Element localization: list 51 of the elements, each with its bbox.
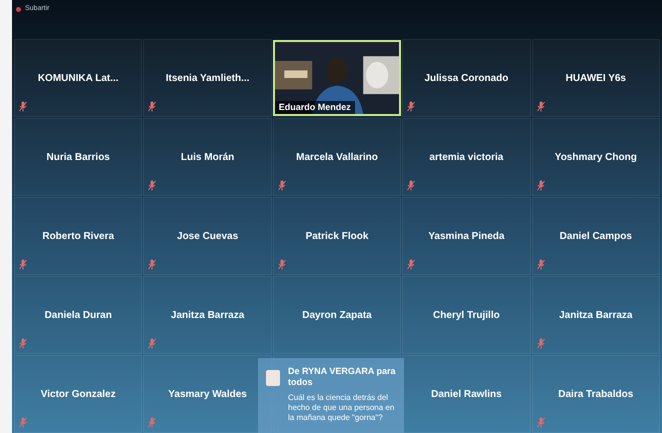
participant-tile[interactable]: Yasmary Waldes	[143, 355, 272, 433]
participant-tile[interactable]: Yasmina Pineda	[402, 197, 531, 275]
participant-tile[interactable]: Yoshmary Chong	[532, 118, 660, 196]
participant-name: Victor Gonzalez	[40, 388, 116, 402]
participant-tile[interactable]: Patrick Flook	[272, 197, 402, 275]
participant-name: Eduardo Mendez	[274, 100, 355, 114]
participant-tile[interactable]: Daira Trabaldos	[532, 355, 660, 433]
participant-name: Yoshmary Chong	[554, 150, 637, 164]
participant-name: Julissa Coronado	[424, 72, 508, 86]
participant-tile[interactable]: Victor Gonzalez	[14, 355, 142, 433]
participant-name: Janitza Barraza	[170, 308, 244, 322]
participant-tile[interactable]: Janitza Barraza	[532, 276, 660, 354]
participant-name: Nuria Barrios	[46, 150, 110, 164]
participant-name: artemia victoria	[429, 150, 504, 164]
participant-tile[interactable]: HUAWEI Y6s	[532, 39, 660, 117]
participant-tile[interactable]: Roberto Rivera	[14, 197, 142, 275]
participant-name: Daniel Campos	[560, 230, 632, 244]
participant-name: Luis Morán	[180, 150, 234, 164]
participant-name: Janitza Barraza	[559, 308, 632, 322]
participant-name: Daniela Duran	[44, 308, 112, 322]
participant-name: Cheryl Trujillo	[433, 308, 500, 322]
participant-name: Patrick Flook	[306, 230, 368, 244]
participant-tile[interactable]: Luis Morán	[143, 118, 272, 196]
participant-name: KOMUNIKA Lat...	[38, 72, 119, 86]
participant-tile[interactable]: Julissa Coronado	[402, 39, 531, 117]
participant-tile[interactable]: Dayron Zapata	[272, 276, 402, 354]
participant-name: Dayron Zapata	[302, 308, 372, 322]
participant-name: Daniel Rawlins	[431, 388, 502, 402]
participant-tile[interactable]: Marcela Vallarino	[272, 118, 402, 196]
participant-name: Jose Cuevas	[177, 230, 238, 244]
participant-name: Daira Trabaldos	[558, 388, 634, 402]
participant-name: Yasmina Pineda	[428, 230, 504, 244]
participant-tile[interactable]: Itsenia Yamlieth...	[143, 39, 272, 117]
participant-name: Marcela Vallarino	[296, 150, 378, 164]
participant-tile[interactable]: Daniela Duran	[14, 276, 142, 354]
participant-name: Yasmary Waldes	[168, 388, 247, 402]
participant-tile[interactable]: artemia victoria	[402, 118, 531, 196]
chat-message: Cuál es la ciencia detrás del hecho de que una persona en la mañana quede "gorna"?	[288, 392, 396, 422]
chat-sender: De RYNA VERGARA para todos	[288, 366, 396, 388]
participant-tile[interactable]: Daniel Rawlins	[402, 355, 531, 433]
participant-tile[interactable]: Cheryl Trujillo	[402, 276, 531, 354]
participant-tile[interactable]: Daniel Campos	[532, 197, 660, 275]
participant-tile[interactable]: Janitza Barraza	[143, 276, 272, 354]
participant-tile[interactable]: KOMUNIKA Lat...	[14, 39, 142, 117]
participant-tile[interactable]: Jose Cuevas	[143, 197, 272, 275]
participant-tile[interactable]: Nuria Barrios	[14, 118, 142, 196]
video-tile[interactable]: Eduardo Mendez	[272, 40, 402, 116]
chat-icon	[266, 370, 280, 386]
participant-name: HUAWEI Y6s	[566, 72, 626, 86]
participant-name: Itsenia Yamlieth...	[166, 72, 250, 86]
participant-name: Roberto Rivera	[42, 230, 114, 244]
